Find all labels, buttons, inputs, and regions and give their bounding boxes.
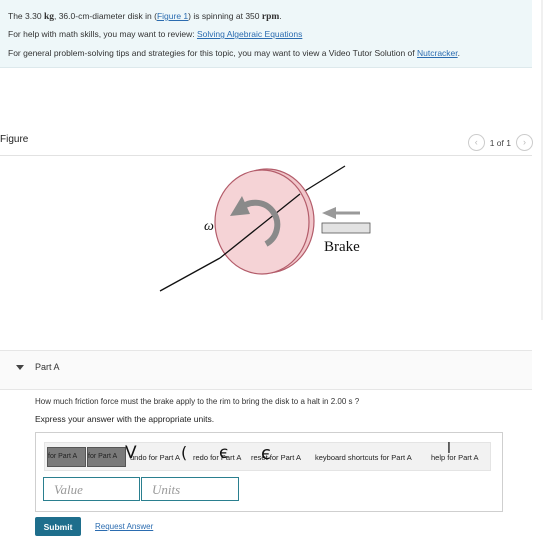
request-answer-link[interactable]: Request Answer [95, 522, 153, 531]
redo-button[interactable]: redo for Part A [193, 453, 241, 462]
problem-statement: The 3.30 kg, 36.0-cm-diameter disk in (F… [8, 11, 282, 22]
statement-mass: The 3.30 [8, 11, 42, 21]
figure-title: Figure [0, 134, 29, 145]
tutor-line: For general problem-solving tips and str… [8, 48, 460, 58]
brake-pad [321, 222, 371, 234]
scrollbar-track[interactable] [541, 0, 543, 320]
keyboard-icon[interactable]: є [261, 443, 271, 464]
unit-kg: kg [43, 12, 54, 22]
axle-right [299, 165, 346, 195]
tutor-end: . [457, 48, 461, 58]
undo-button[interactable]: undo for Part A [130, 453, 180, 462]
templates-button[interactable]: for Part A [47, 447, 86, 467]
answer-box: for Part A for Part A V undo for Part A … [35, 432, 503, 512]
keyboard-shortcuts-button[interactable]: keyboard shortcuts for Part A [315, 453, 412, 462]
solving-equations-link[interactable]: Solving Algebraic Equations [197, 29, 302, 39]
figure-pager: ‹ 1 of 1 › [467, 134, 533, 151]
brake-arrowhead [322, 207, 336, 219]
math-help-line: For help with math skills, you may want … [8, 29, 302, 39]
problem-intro: The 3.30 kg, 36.0-cm-diameter disk in (F… [0, 0, 532, 68]
submit-button[interactable]: Submit [35, 517, 81, 536]
units-button[interactable]: for Part A [87, 447, 126, 467]
figure-divider [0, 155, 532, 156]
tutor-text: For general problem-solving tips and str… [8, 48, 415, 58]
math-help-text: For help with math skills, you may want … [8, 29, 195, 39]
pager-label: 1 of 1 [489, 137, 511, 148]
answer-instructions: Express your answer with the appropriate… [35, 414, 215, 424]
prev-figure-button[interactable]: ‹ [467, 134, 485, 151]
axle-left [159, 257, 221, 292]
part-a-title: Part A [35, 362, 60, 372]
statement-speed: ) is spinning at 350 [188, 11, 260, 21]
units-input[interactable]: Units [141, 477, 239, 501]
statement-diameter: , 36.0-cm-diameter disk in ( [53, 11, 157, 21]
next-figure-button[interactable]: › [516, 134, 533, 151]
disk-face [214, 169, 310, 275]
help-button[interactable]: help for Part A [431, 453, 479, 462]
brake-label: Brake [324, 239, 360, 255]
statement-end: . [279, 11, 282, 21]
brake-disk-figure: ω Brake [159, 165, 371, 292]
value-input[interactable]: Value [43, 477, 140, 501]
figure-link[interactable]: Figure 1 [157, 11, 188, 21]
nutcracker-link[interactable]: Nutcracker [417, 48, 458, 58]
answer-toolbar: for Part A for Part A V undo for Part A … [44, 441, 491, 471]
collapse-caret-icon[interactable] [16, 365, 24, 370]
omega-label: ω [204, 219, 214, 234]
question-text: How much friction force must the brake a… [35, 397, 360, 406]
part-a-header[interactable]: Part A [0, 350, 532, 390]
reset-button[interactable]: reset for Part A [251, 453, 301, 462]
redo-icon[interactable]: ( [181, 443, 187, 462]
unit-rpm: rpm [261, 12, 280, 22]
reset-icon[interactable]: є [219, 443, 228, 463]
